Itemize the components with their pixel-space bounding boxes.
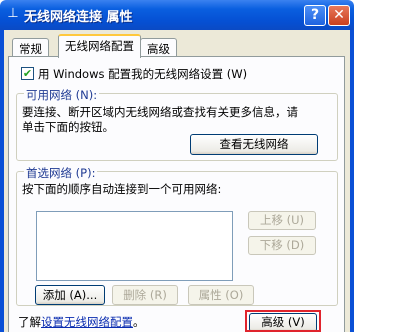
move-up-button[interactable]: 上移 (U) <box>248 211 316 230</box>
learn-more-text: 了解设置无线网络配置。 <box>18 314 145 330</box>
highlight-box <box>245 310 321 332</box>
properties-button[interactable]: 属性 (O) <box>188 285 254 305</box>
learn-wireless-config-link[interactable]: 设置无线网络配置 <box>41 315 133 329</box>
preferred-networks-label: 首选网络 (P): <box>24 165 98 181</box>
tab-advanced[interactable]: 高级 <box>140 38 177 57</box>
tab-general[interactable]: 常规 <box>12 38 49 57</box>
close-button[interactable]: ✕ <box>328 5 350 26</box>
tab-wireless-networks[interactable]: 无线网络配置 <box>58 34 141 58</box>
add-button[interactable]: 添加 (A)... <box>35 285 105 305</box>
move-down-button[interactable]: 下移 (D) <box>248 236 316 255</box>
learn-suffix: 。 <box>133 315 145 329</box>
available-networks-description-2: 单击下面的按钮。 <box>22 120 114 134</box>
window-title: 无线网络连接 属性 <box>24 10 133 25</box>
network-icon: ⊥ <box>7 6 19 21</box>
use-windows-checkbox-label[interactable]: 用 Windows 配置我的无线网络设置 (W) <box>38 66 247 82</box>
available-networks-description-1: 要连接、断开区域内无线网络或查找有关更多信息，请 <box>22 105 298 119</box>
preferred-networks-list[interactable] <box>36 211 233 281</box>
view-wireless-networks-button[interactable]: 查看无线网络 <box>190 134 318 155</box>
use-windows-checkbox[interactable]: ✔ <box>21 67 34 80</box>
learn-prefix: 了解 <box>18 315 41 329</box>
window-frame-right <box>350 30 354 332</box>
remove-button[interactable]: 删除 (R) <box>112 285 178 305</box>
available-networks-label: 可用网络 (N): <box>24 87 100 103</box>
preferred-networks-description: 按下面的顺序自动连接到一个可用网络: <box>22 182 222 196</box>
help-button[interactable]: ? <box>304 5 326 26</box>
